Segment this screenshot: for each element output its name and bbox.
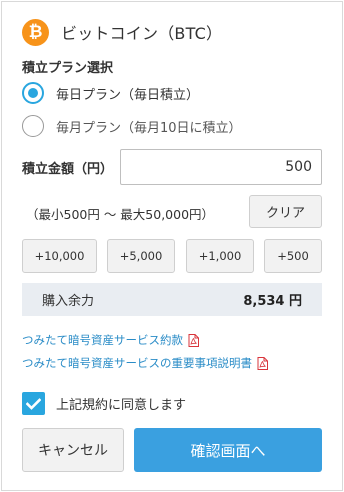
agree-checkbox[interactable] [22, 392, 45, 415]
amount-label: 積立金額（円） [22, 162, 114, 177]
amount-range-text: （最小500円 〜 最大50,000円） [26, 207, 215, 222]
plan-option-daily-label: 毎日プラン（毎日積立） [56, 87, 200, 103]
add-5000-button[interactable]: +5,000 [107, 239, 175, 273]
radio-monthly[interactable] [22, 115, 44, 137]
pdf-icon [188, 333, 199, 347]
add-10000-button[interactable]: +10,000 [22, 239, 97, 273]
terms-link[interactable]: つみたて暗号資産サービス約款 [22, 332, 199, 348]
add-500-button[interactable]: +500 [264, 239, 322, 273]
checkmark-icon [26, 397, 41, 410]
pdf-icon [257, 356, 268, 370]
page-title: ビットコイン（BTC） [61, 24, 223, 43]
plan-option-daily[interactable]: 毎日プラン（毎日積立） [22, 82, 199, 104]
purchasing-power-row: 購入余力 8,534 円 [22, 283, 322, 316]
purchasing-power-label: 購入余力 [42, 294, 95, 309]
header: ₿ ビットコイン（BTC） [22, 18, 222, 46]
cancel-button[interactable]: キャンセル [22, 428, 124, 472]
agree-row[interactable]: 上記規約に同意します [22, 392, 186, 415]
disclosure-link-label[interactable]: つみたて暗号資産サービスの重要事項説明書 [22, 355, 252, 371]
plan-section-label: 積立プラン選択 [22, 61, 114, 76]
plan-option-monthly-label: 毎月プラン（毎月10日に積立） [56, 120, 242, 136]
agree-label: 上記規約に同意します [56, 398, 187, 413]
terms-link-label[interactable]: つみたて暗号資産サービス約款 [22, 332, 183, 348]
clear-button[interactable]: クリア [249, 195, 322, 228]
purchasing-power-value: 8,534 円 [243, 294, 302, 309]
confirm-button[interactable]: 確認画面へ [134, 428, 322, 472]
bitcoin-icon-glyph: ₿ [28, 22, 43, 42]
radio-daily[interactable] [22, 82, 44, 104]
disclosure-link[interactable]: つみたて暗号資産サービスの重要事項説明書 [22, 355, 268, 371]
add-1000-button[interactable]: +1,000 [186, 239, 254, 273]
bitcoin-icon: ₿ [22, 18, 49, 46]
plan-option-monthly[interactable]: 毎月プラン（毎月10日に積立） [22, 115, 242, 137]
radio-dot [28, 88, 38, 98]
amount-input[interactable] [120, 149, 322, 185]
